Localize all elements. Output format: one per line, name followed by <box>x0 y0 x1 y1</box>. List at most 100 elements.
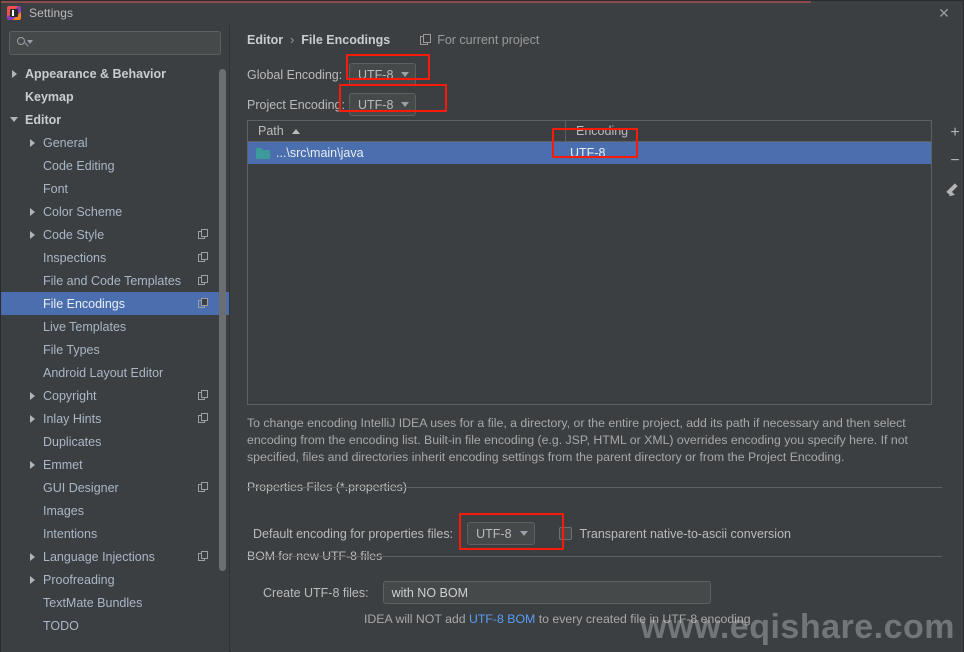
sidebar-item-android-layout-editor[interactable]: Android Layout Editor <box>1 361 229 384</box>
sidebar-item-inspections[interactable]: Inspections <box>1 246 229 269</box>
chevron-right-icon <box>29 552 35 561</box>
sidebar-item-textmate-bundles[interactable]: TextMate Bundles <box>1 591 229 614</box>
project-encoding-value: UTF-8 <box>358 97 394 112</box>
sidebar-scrollbar[interactable] <box>219 69 226 571</box>
expand-slot[interactable] <box>25 414 39 423</box>
expand-slot <box>25 277 39 285</box>
sidebar-item-label: Emmet <box>43 457 83 472</box>
expand-slot <box>25 162 39 170</box>
expand-slot[interactable] <box>25 391 39 400</box>
expand-slot[interactable] <box>25 138 39 147</box>
window-title: Settings <box>29 6 74 20</box>
expand-slot[interactable] <box>25 575 39 584</box>
global-encoding-select[interactable]: UTF-8 <box>349 63 417 86</box>
edit-button[interactable] <box>941 176 964 202</box>
column-header-path[interactable]: Path <box>248 121 566 141</box>
expand-slot[interactable] <box>25 552 39 561</box>
intellij-idea-icon <box>7 6 21 20</box>
sidebar-item-label: Images <box>43 503 84 518</box>
sidebar-item-duplicates[interactable]: Duplicates <box>1 430 229 453</box>
expand-slot <box>25 369 39 377</box>
bom-create-row: Create UTF-8 files: with NO BOM <box>263 581 711 604</box>
project-encoding-select[interactable]: UTF-8 <box>349 93 417 116</box>
breadcrumb-parent[interactable]: Editor <box>247 33 283 47</box>
chevron-down-icon <box>10 117 18 122</box>
remove-button[interactable]: − <box>941 148 964 174</box>
sidebar-item-label: File Types <box>43 342 100 357</box>
chevron-right-icon <box>29 230 35 239</box>
expand-slot[interactable] <box>25 230 39 239</box>
chevron-down-icon <box>401 72 410 77</box>
transparent-conversion-label: Transparent native-to-ascii conversion <box>579 526 791 541</box>
sidebar-item-copyright[interactable]: Copyright <box>1 384 229 407</box>
sidebar-item-file-encodings[interactable]: File Encodings <box>1 292 229 315</box>
cell-encoding[interactable]: UTF-8 <box>566 146 605 160</box>
expand-slot[interactable] <box>25 207 39 216</box>
chevron-right-icon <box>29 138 35 147</box>
sidebar-item-file-types[interactable]: File Types <box>1 338 229 361</box>
sidebar-item-todo[interactable]: TODO <box>1 614 229 637</box>
expand-slot[interactable] <box>7 117 21 122</box>
properties-encoding-value: UTF-8 <box>476 526 512 541</box>
sidebar-item-label: TODO <box>43 618 79 633</box>
sidebar-item-font[interactable]: Font <box>1 177 229 200</box>
chevron-down-icon <box>519 531 528 536</box>
sidebar-item-emmet[interactable]: Emmet <box>1 453 229 476</box>
sidebar-item-label: Proofreading <box>43 572 115 587</box>
sidebar-item-appearance-behavior[interactable]: Appearance & Behavior <box>1 62 229 85</box>
project-encoding-row: Project Encoding: UTF-8 <box>247 93 417 116</box>
sidebar-item-label: General <box>43 135 88 150</box>
expand-slot[interactable] <box>7 69 21 78</box>
project-scope-icon <box>198 252 209 263</box>
column-header-encoding[interactable]: Encoding <box>566 121 931 141</box>
sidebar-item-language-injections[interactable]: Language Injections <box>1 545 229 568</box>
expand-slot <box>25 507 39 515</box>
bom-hint-link[interactable]: UTF-8 BOM <box>469 612 535 626</box>
settings-dialog: Settings ✕ Appearance & Behavior Keymap Ed… <box>0 0 964 652</box>
sidebar-item-label: Inspections <box>43 250 107 265</box>
bom-hint-suffix: to every created file in UTF-8 encoding <box>535 612 751 626</box>
sidebar-item-file-and-code-templates[interactable]: File and Code Templates <box>1 269 229 292</box>
table-row[interactable]: ...\src\main\java UTF-8 <box>248 142 931 164</box>
expand-slot <box>25 484 39 492</box>
project-scope-icon <box>198 551 209 562</box>
chevron-right-icon <box>29 414 35 423</box>
settings-content: Editor › File Encodings For current proj… <box>231 25 963 652</box>
sidebar-item-inlay-hints[interactable]: Inlay Hints <box>1 407 229 430</box>
sidebar-item-gui-designer[interactable]: GUI Designer <box>1 476 229 499</box>
add-button[interactable]: + <box>941 120 964 146</box>
sidebar-item-label: Code Editing <box>43 158 115 173</box>
project-scope-icon <box>198 229 209 240</box>
scope-indicator: For current project <box>420 33 539 47</box>
title-bar: Settings ✕ <box>1 1 963 25</box>
sidebar-item-images[interactable]: Images <box>1 499 229 522</box>
properties-encoding-select[interactable]: UTF-8 <box>467 522 535 545</box>
sidebar-item-label: Color Scheme <box>43 204 123 219</box>
sidebar-item-proofreading[interactable]: Proofreading <box>1 568 229 591</box>
sidebar-item-label: Keymap <box>25 89 74 104</box>
global-encoding-value: UTF-8 <box>358 67 394 82</box>
search-input[interactable] <box>32 36 220 50</box>
sidebar-item-general[interactable]: General <box>1 131 229 154</box>
sidebar-item-code-style[interactable]: Code Style <box>1 223 229 246</box>
sidebar-item-live-templates[interactable]: Live Templates <box>1 315 229 338</box>
sidebar-item-keymap[interactable]: Keymap <box>1 85 229 108</box>
search-icon <box>16 35 33 51</box>
search-box[interactable] <box>9 31 221 55</box>
sidebar-item-code-editing[interactable]: Code Editing <box>1 154 229 177</box>
expand-slot[interactable] <box>25 460 39 469</box>
sidebar-item-color-scheme[interactable]: Color Scheme <box>1 200 229 223</box>
bom-create-select[interactable]: with NO BOM <box>382 581 711 604</box>
cell-path: ...\src\main\java <box>276 146 364 160</box>
expand-slot <box>25 300 39 308</box>
scope-label: For current project <box>437 33 540 47</box>
transparent-conversion-checkbox[interactable] <box>558 527 572 540</box>
sidebar-item-editor[interactable]: Editor <box>1 108 229 131</box>
encodings-description: To change encoding IntelliJ IDEA uses fo… <box>247 416 908 464</box>
sidebar-item-intentions[interactable]: Intentions <box>1 522 229 545</box>
close-icon[interactable]: ✕ <box>933 4 955 22</box>
chevron-right-icon <box>29 391 35 400</box>
sidebar-item-label: Intentions <box>43 526 98 541</box>
bom-hint-prefix: IDEA will NOT add <box>364 612 470 626</box>
expand-slot <box>25 622 39 630</box>
